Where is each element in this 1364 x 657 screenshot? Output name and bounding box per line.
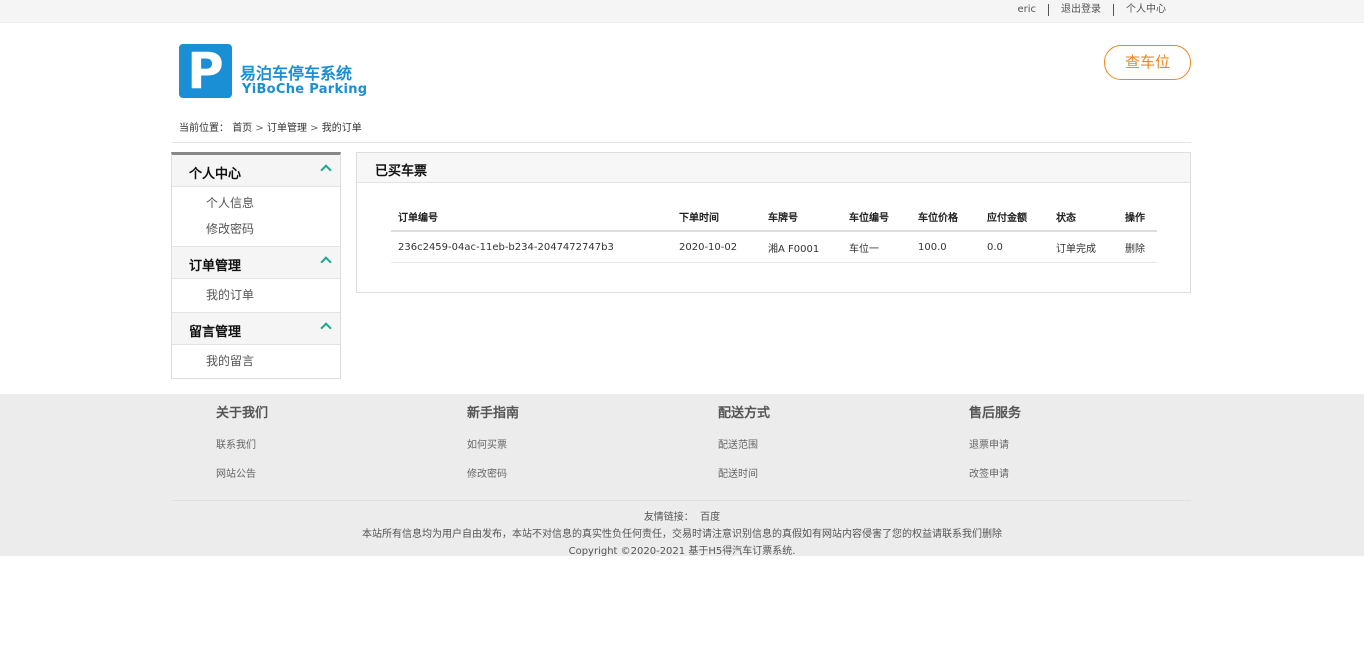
footer-column-title: 售后服务 — [969, 406, 1022, 421]
column-header: 车位编号 — [842, 203, 911, 232]
license-plate: 湘A F0001 — [761, 231, 842, 263]
sidebar: 个人中心 个人信息 修改密码 订单管理 我的订单 留言管理 我的留言 — [171, 152, 341, 379]
sidebar-item-my-orders[interactable]: 我的订单 — [172, 282, 340, 308]
delete-link[interactable]: 删除 — [1118, 231, 1157, 263]
sidebar-group-title: 留言管理 — [189, 325, 242, 340]
footer-column-title: 新手指南 — [467, 406, 520, 421]
brand-title-en: YiBoChe Parking — [242, 82, 368, 97]
footer-column-after-sales: 售后服务 退票申请 改签申请 — [969, 402, 1021, 480]
username-link[interactable]: eric — [1005, 4, 1048, 16]
friend-link-baidu[interactable]: 百度 — [700, 512, 720, 523]
parking-logo-icon[interactable]: P — [179, 44, 232, 98]
footer-link-refund[interactable]: 退票申请 — [969, 436, 1021, 451]
sidebar-item-change-password[interactable]: 修改密码 — [172, 216, 340, 242]
column-header: 车位价格 — [911, 203, 980, 232]
column-header: 车牌号 — [761, 203, 842, 232]
order-time: 2020-10-02 — [672, 231, 761, 263]
table-header-row: 订单编号 下单时间 车牌号 车位编号 车位价格 应付金额 状态 操作 — [391, 203, 1157, 232]
personal-center-link[interactable]: 个人中心 — [1113, 4, 1178, 16]
brand-title-cn: 易泊车停车系统 — [240, 64, 353, 83]
footer-link-change-password[interactable]: 修改密码 — [467, 465, 519, 480]
breadcrumb-separator: > — [255, 123, 264, 134]
friend-links: 友情链接： 百度 — [0, 508, 1364, 523]
sidebar-group-body: 我的订单 — [172, 279, 340, 313]
footer-column-title: 配送方式 — [718, 406, 771, 421]
column-header: 状态 — [1049, 203, 1118, 232]
slot-number: 车位一 — [842, 231, 911, 263]
top-bar: eric 退出登录 个人中心 — [0, 0, 1364, 23]
order-status: 订单完成 — [1049, 231, 1118, 263]
breadcrumb-my-orders[interactable]: 我的订单 — [322, 123, 362, 134]
logo-letter: P — [187, 42, 224, 100]
column-header: 订单编号 — [391, 203, 672, 232]
orders-table: 订单编号 下单时间 车牌号 车位编号 车位价格 应付金额 状态 操作 236c2… — [391, 203, 1157, 263]
slot-price: 100.0 — [911, 231, 980, 263]
column-header: 应付金额 — [980, 203, 1049, 232]
logout-link[interactable]: 退出登录 — [1048, 4, 1113, 16]
column-header: 操作 — [1118, 203, 1157, 232]
order-number: 236c2459-04ac-11eb-b234-2047472747b3 — [391, 231, 672, 263]
footer-link-announcements[interactable]: 网站公告 — [216, 465, 268, 480]
column-header: 下单时间 — [672, 203, 761, 232]
chevron-up-icon[interactable] — [320, 164, 332, 176]
chevron-up-icon[interactable] — [320, 322, 332, 334]
footer-link-delivery-range[interactable]: 配送范围 — [718, 436, 770, 451]
top-links: eric 退出登录 个人中心 — [1005, 4, 1178, 16]
payable-amount: 0.0 — [980, 231, 1049, 263]
header-divider — [172, 142, 1191, 143]
footer: 关于我们 联系我们 网站公告 新手指南 如何买票 修改密码 配送方式 配送范围 … — [0, 394, 1364, 557]
breadcrumb-separator: > — [310, 123, 319, 134]
panel-title: 已买车票 — [375, 164, 428, 179]
sidebar-item-personal-info[interactable]: 个人信息 — [172, 190, 340, 216]
footer-link-reschedule[interactable]: 改签申请 — [969, 465, 1021, 480]
orders-panel: 已买车票 订单编号 下单时间 车牌号 车位编号 车位价格 应付金额 状态 操作 … — [356, 152, 1191, 293]
footer-column-guide: 新手指南 如何买票 修改密码 — [467, 402, 519, 480]
disclaimer-text: 本站所有信息均为用户自由发布，本站不对信息的真实性负任何责任，交易时请注意识别信… — [362, 529, 1002, 540]
sidebar-group-message-management[interactable]: 留言管理 — [172, 313, 340, 345]
sidebar-group-body: 个人信息 修改密码 — [172, 187, 340, 247]
table-row: 236c2459-04ac-11eb-b234-2047472747b3 202… — [391, 231, 1157, 263]
footer-column-delivery: 配送方式 配送范围 配送时间 — [718, 402, 770, 480]
footer-link-delivery-time[interactable]: 配送时间 — [718, 465, 770, 480]
footer-link-how-to-buy[interactable]: 如何买票 — [467, 436, 519, 451]
sidebar-group-title: 订单管理 — [189, 259, 242, 274]
breadcrumb-label: 当前位置： — [179, 123, 229, 134]
sidebar-group-title: 个人中心 — [189, 167, 242, 182]
check-parking-button[interactable]: 查车位 — [1104, 45, 1191, 80]
breadcrumb: 当前位置： 首页 > 订单管理 > 我的订单 — [179, 119, 362, 134]
sidebar-group-body: 我的留言 — [172, 345, 340, 378]
footer-column-about: 关于我们 联系我们 网站公告 — [216, 402, 268, 480]
panel-header: 已买车票 — [357, 153, 1190, 183]
footer-link-contact[interactable]: 联系我们 — [216, 436, 268, 451]
sidebar-group-order-management[interactable]: 订单管理 — [172, 247, 340, 279]
friend-links-label: 友情链接： — [643, 512, 694, 523]
footer-column-title: 关于我们 — [216, 406, 269, 421]
sidebar-group-personal-center[interactable]: 个人中心 — [172, 155, 340, 187]
breadcrumb-home[interactable]: 首页 — [232, 123, 252, 134]
chevron-up-icon[interactable] — [320, 256, 332, 268]
copyright-text: Copyright ©2020-2021 基于H5得汽车订票系统. — [568, 546, 796, 557]
sidebar-item-my-messages[interactable]: 我的留言 — [172, 348, 340, 374]
footer-divider — [172, 500, 1191, 501]
breadcrumb-order-management[interactable]: 订单管理 — [267, 123, 307, 134]
